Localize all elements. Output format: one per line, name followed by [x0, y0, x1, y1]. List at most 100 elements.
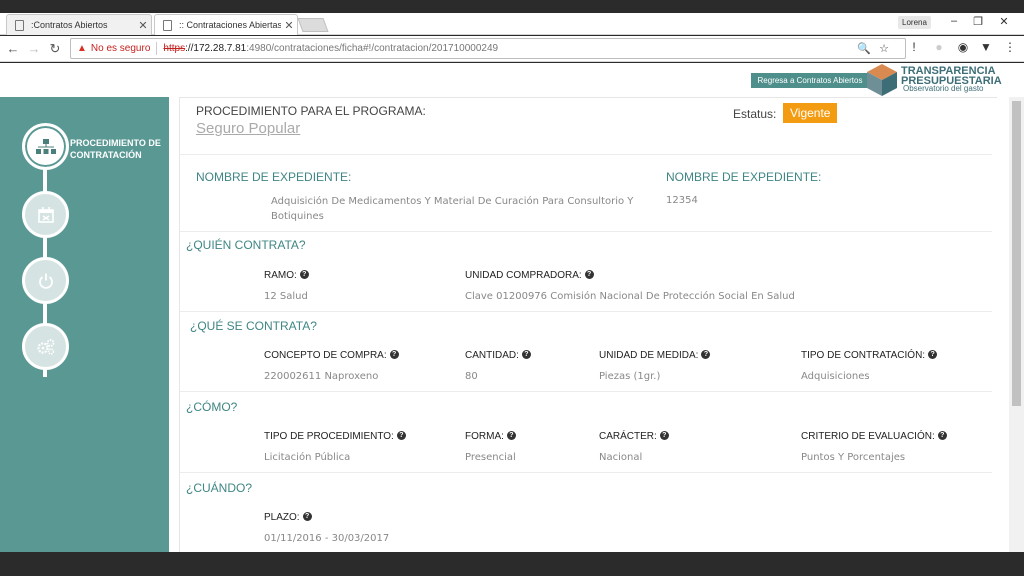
divider — [180, 154, 992, 155]
cantidad-value: 80 — [465, 371, 478, 382]
ramo-label: RAMO:? — [264, 270, 309, 281]
tipo-procedimiento-label: TIPO DE PROCEDIMIENTO:? — [264, 431, 406, 442]
new-tab-button[interactable] — [297, 18, 329, 32]
help-icon[interactable]: ? — [521, 350, 531, 359]
step-procedimiento[interactable] — [22, 123, 69, 170]
unidad-medida-label: UNIDAD DE MEDIDA:? — [599, 350, 711, 361]
security-status[interactable]: No es seguro — [91, 43, 150, 54]
calendar-icon — [37, 206, 54, 223]
forma-label: FORMA:? — [465, 431, 516, 442]
pocket-extension-icon[interactable]: ▼ — [978, 40, 994, 54]
close-window-icon[interactable]: ✕ — [994, 15, 1014, 28]
contract-detail-panel: PROCEDIMIENTO PARA EL PROGRAMA: Seguro P… — [179, 97, 997, 552]
alert-extension-icon[interactable]: ! — [906, 40, 922, 54]
user-profile-badge[interactable]: Lorena — [898, 16, 931, 29]
help-icon[interactable]: ? — [506, 431, 516, 440]
zoom-icon[interactable]: 🔍 — [857, 43, 879, 55]
section-title-quien: ¿QUIÉN CONTRATA? — [186, 238, 306, 252]
section-title-que: ¿QUÉ SE CONTRATA? — [190, 319, 317, 333]
section-title-cuando: ¿CUÁNDO? — [186, 481, 253, 495]
help-icon[interactable]: ? — [659, 431, 669, 440]
site-logo-title: TRANSPARENCIA PRESUPUESTARIA — [901, 66, 1002, 87]
web-page: Regresa a Contratos Abiertos TRANSPARENC… — [0, 63, 1024, 552]
unidad-compradora-label-text: UNIDAD COMPRADORA: — [465, 270, 582, 281]
help-icon[interactable]: ? — [389, 350, 399, 359]
criterio-value: Puntos Y Porcentajes — [801, 452, 906, 463]
document-icon — [15, 19, 24, 31]
unidad-medida-value: Piezas (1gr.) — [599, 371, 661, 382]
unidad-medida-label-text: UNIDAD DE MEDIDA: — [599, 350, 699, 361]
window-top-strip — [0, 0, 1024, 13]
divider — [180, 472, 992, 473]
expediente-name-label: NOMBRE DE EXPEDIENTE: — [196, 170, 352, 184]
tipo-contratacion-label: TIPO DE CONTRATACIÓN:? — [801, 350, 938, 361]
help-icon[interactable]: ? — [584, 270, 594, 279]
tab-label: :: Contrataciones Abiertas — [179, 20, 281, 30]
divider — [180, 231, 992, 232]
taskbar — [0, 552, 1024, 576]
help-icon[interactable]: ? — [701, 350, 711, 359]
step-power[interactable] — [22, 257, 69, 304]
close-tab-icon[interactable]: ✕ — [135, 19, 151, 32]
tipo-procedimiento-value: Licitación Pública — [264, 452, 351, 463]
tipo-contratacion-value: Adquisiciones — [801, 371, 870, 382]
document-icon — [163, 19, 172, 31]
address-bar[interactable]: ▲ No es seguro https ://172.28.7.81 :498… — [70, 38, 906, 59]
concepto-value: 220002611 Naproxeno — [264, 371, 379, 382]
tipo-contratacion-label-text: TIPO DE CONTRATACIÓN: — [801, 350, 926, 361]
forma-label-text: FORMA: — [465, 431, 504, 442]
extension-icon[interactable]: ● — [931, 40, 947, 54]
plazo-label-text: PLAZO: — [264, 512, 300, 523]
tab-contratos-abiertos[interactable]: :Contratos Abiertos ✕ — [6, 14, 152, 35]
plazo-label: PLAZO:? — [264, 512, 312, 523]
step-settings[interactable] — [22, 323, 69, 370]
toolbar: ← → ↻ ▲ No es seguro https ://172.28.7.8… — [0, 36, 1024, 62]
url-host: ://172.28.7.81 — [185, 43, 247, 54]
menu-icon[interactable]: ⋮ — [1002, 40, 1018, 54]
criterio-label: CRITERIO DE EVALUACIÓN:? — [801, 431, 947, 442]
forward-arrow-icon[interactable]: → — [26, 41, 42, 56]
minimize-icon[interactable]: – — [944, 15, 964, 27]
scrollbar-thumb[interactable] — [1012, 101, 1021, 406]
ramo-label-text: RAMO: — [264, 270, 297, 281]
divider — [180, 311, 992, 312]
back-arrow-icon[interactable]: ← — [5, 41, 21, 56]
camera-extension-icon[interactable]: ◉ — [955, 40, 971, 54]
help-icon[interactable]: ? — [302, 512, 312, 521]
program-name-link[interactable]: Seguro Popular — [196, 120, 300, 137]
expediente-number-value: 12354 — [666, 195, 698, 206]
warning-icon: ▲ — [77, 43, 87, 54]
help-icon[interactable]: ? — [928, 350, 938, 359]
back-to-contracts-button[interactable]: Regresa a Contratos Abiertos — [751, 73, 869, 88]
criterio-label-text: CRITERIO DE EVALUACIÓN: — [801, 431, 935, 442]
caracter-value: Nacional — [599, 452, 643, 463]
program-label: PROCEDIMIENTO PARA EL PROGRAMA: — [196, 104, 426, 118]
concepto-label-text: CONCEPTO DE COMPRA: — [264, 350, 387, 361]
caracter-label-text: CARÁCTER: — [599, 431, 657, 442]
tab-contrataciones-abiertas[interactable]: :: Contrataciones Abiertas ✕ — [154, 14, 298, 35]
gears-icon — [36, 338, 54, 355]
site-logo-subtitle: Observatorio del gasto — [903, 84, 984, 93]
help-icon[interactable]: ? — [937, 431, 947, 440]
expediente-number-label: NOMBRE DE EXPEDIENTE: — [666, 170, 822, 184]
unidad-compradora-value: Clave 01200976 Comisión Nacional De Prot… — [465, 291, 795, 302]
url-path: :4980/contrataciones/ficha#!/contratacio… — [246, 43, 499, 54]
reload-icon[interactable]: ↻ — [47, 41, 63, 57]
page-scrollbar[interactable] — [1009, 97, 1024, 552]
help-icon[interactable]: ? — [396, 431, 406, 440]
active-step-label: PROCEDIMIENTO DE CONTRATACIÓN — [70, 138, 161, 160]
tab-bar: :Contratos Abiertos ✕ :: Contrataciones … — [0, 13, 1024, 35]
help-icon[interactable]: ? — [299, 270, 309, 279]
ramo-value: 12 Salud — [264, 291, 308, 302]
restore-icon[interactable]: ❐ — [968, 15, 988, 28]
caracter-label: CARÁCTER:? — [599, 431, 669, 442]
status-label: Estatus: — [733, 107, 777, 121]
step-calendar[interactable] — [22, 191, 69, 238]
expediente-name-value: Adquisición De Medicamentos Y Material D… — [271, 196, 634, 222]
concepto-label: CONCEPTO DE COMPRA:? — [264, 350, 399, 361]
star-icon[interactable]: ☆ — [879, 43, 897, 55]
forma-value: Presencial — [465, 452, 516, 463]
cantidad-label-text: CANTIDAD: — [465, 350, 519, 361]
url-scheme: https — [163, 43, 186, 54]
close-tab-icon[interactable]: ✕ — [281, 19, 297, 32]
